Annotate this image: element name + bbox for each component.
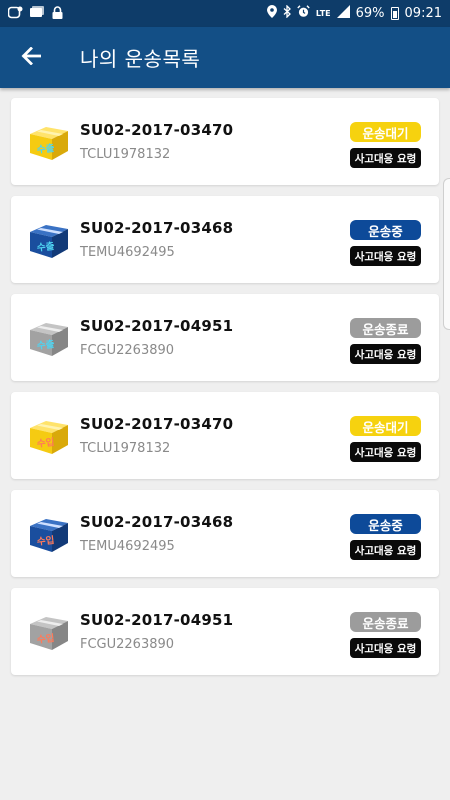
shipment-number: SU02-2017-03470 [80,121,234,139]
yellow-box-icon: 수출 [28,122,70,162]
network-type: LTE [315,8,331,18]
bluetooth-icon [283,4,291,22]
scroll-handle[interactable] [443,178,450,330]
svg-text:수출: 수출 [36,240,55,254]
shipment-number: SU02-2017-03470 [80,415,234,433]
app-notification-icon [7,6,23,22]
container-number: TCLU1978132 [80,147,171,162]
battery-percent: 69% [355,6,385,21]
signal-icon [336,5,350,22]
svg-text:수입: 수입 [36,436,55,450]
container-number: TCLU1978132 [80,441,171,456]
accident-guide-button[interactable]: 사고대응 요령 [350,540,421,560]
accident-guide-button[interactable]: 사고대응 요령 [350,246,421,266]
shipment-card[interactable]: 수출 SU02-2017-03468 TEMU4692495 운송중 사고대응 … [11,196,439,283]
arrow-left-icon [21,46,42,69]
shipment-card[interactable]: 수출 SU02-2017-04951 FCGU2263890 운송종료 사고대응… [11,294,439,381]
shipment-list: 수출 SU02-2017-03470 TCLU1978132 운송대기 사고대응… [11,98,439,686]
yellow-box-icon: 수입 [28,416,70,456]
location-icon [266,5,277,22]
accident-guide-button[interactable]: 사고대응 요령 [350,344,421,364]
svg-text:수출: 수출 [36,338,55,352]
status-badge: 운송종료 [350,612,421,632]
clock: 09:21 [404,6,442,21]
accident-guide-button[interactable]: 사고대응 요령 [350,638,421,658]
accident-guide-button[interactable]: 사고대응 요령 [350,442,421,462]
shipment-number: SU02-2017-03468 [80,219,234,237]
shipment-number: SU02-2017-04951 [80,611,234,629]
back-button[interactable] [0,27,62,88]
container-number: TEMU4692495 [80,539,175,554]
message-notification-icon [30,6,45,21]
alarm-icon [297,5,310,22]
svg-text:수입: 수입 [36,632,55,646]
status-bar: LTE 69% 09:21 [0,0,450,27]
container-number: FCGU2263890 [80,637,175,652]
accident-guide-button[interactable]: 사고대응 요령 [350,148,421,168]
shipment-card[interactable]: 수입 SU02-2017-03468 TEMU4692495 운송중 사고대응 … [11,490,439,577]
status-badge: 운송중 [350,220,421,240]
status-badge: 운송종료 [350,318,421,338]
blue-box-icon: 수입 [28,514,70,554]
blue-box-icon: 수출 [28,220,70,260]
shipment-card[interactable]: 수입 SU02-2017-03470 TCLU1978132 운송대기 사고대응… [11,392,439,479]
container-number: FCGU2263890 [80,343,175,358]
app-bar: 나의 운송목록 [0,27,450,88]
gray-box-icon: 수입 [28,612,70,652]
shipment-number: SU02-2017-03468 [80,513,234,531]
svg-text:수출: 수출 [36,142,55,156]
shipment-card[interactable]: 수출 SU02-2017-03470 TCLU1978132 운송대기 사고대응… [11,98,439,185]
shipment-number: SU02-2017-04951 [80,317,234,335]
container-number: TEMU4692495 [80,245,175,260]
shipment-card[interactable]: 수입 SU02-2017-04951 FCGU2263890 운송종료 사고대응… [11,588,439,675]
lock-icon [52,5,63,22]
status-badge: 운송대기 [350,416,421,436]
status-badge: 운송대기 [350,122,421,142]
gray-box-icon: 수출 [28,318,70,358]
status-badge: 운송중 [350,514,421,534]
battery-icon [390,7,399,20]
svg-text:수입: 수입 [36,534,55,548]
page-title: 나의 운송목록 [80,47,201,71]
